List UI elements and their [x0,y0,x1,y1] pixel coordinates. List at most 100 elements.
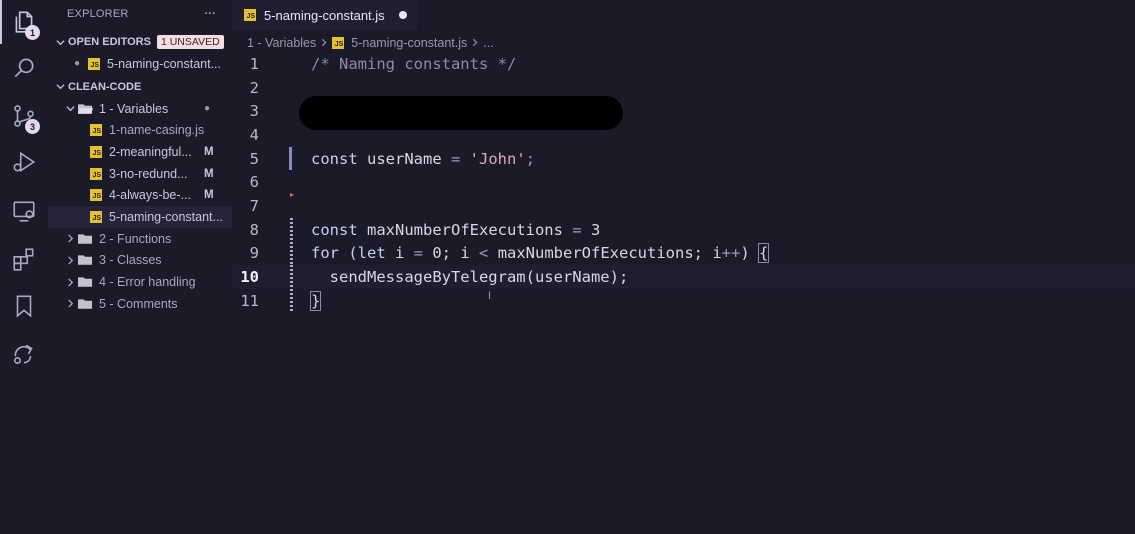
folder-label: 1 - Variables [99,101,169,116]
modified-flag: M [204,167,214,180]
line-number: 8 [249,220,259,239]
code-line[interactable]: 7 [232,194,1135,218]
added-gutter-mark [290,241,293,266]
code-line[interactable]: 6 [232,170,1135,194]
deleted-lines-marker-icon: ▸ [290,190,295,199]
line-number: 4 [249,125,259,144]
remote-explorer-icon[interactable] [8,195,40,227]
explorer-title: EXPLORER [67,8,129,20]
chevron-right-icon [62,256,78,265]
modified-dot-icon: ● [204,103,211,115]
line-number: 11 [240,291,259,310]
code-text: const maxNumberOfExecutions = 3 [311,220,601,239]
bookmark-icon[interactable] [8,290,40,322]
line-number: 3 [249,102,259,121]
line-number: 1 [249,54,259,73]
search-icon[interactable] [8,52,40,84]
line-number: 5 [249,149,259,168]
workspace-section[interactable]: CLEAN-CODE [48,76,232,98]
chevron-right-icon [62,234,78,243]
chevron-right-icon [62,277,78,287]
chevron-right-icon [320,36,328,50]
js-file-icon: JS [90,124,102,137]
file-item[interactable]: JS 4-always-be-... M [48,184,232,206]
folder-icon [78,255,93,266]
folder-functions[interactable]: 2 - Functions [48,228,232,250]
added-gutter-mark [290,217,293,242]
code-editor[interactable]: 1 /* Naming constants */ 2 3 4 5 const u… [232,52,1135,313]
folder-label: 4 - Error handling [99,275,196,290]
file-item[interactable]: JS 3-no-redund... M [48,163,232,185]
folder-label: 2 - Functions [99,231,172,246]
code-line[interactable]: 8 const maxNumberOfExecutions = 3 [232,217,1135,242]
code-line[interactable]: 5 const userName = 'John'; [232,146,1135,171]
folder-comments[interactable]: 5 - Comments [48,293,232,315]
workspace-label: CLEAN-CODE [68,80,142,93]
tab-active-file[interactable]: JS 5-naming-constant.js [232,0,417,30]
file-label: 1-name-casing.js [109,123,205,138]
active-indicator [0,0,2,44]
folder-icon [78,233,93,244]
file-label: 2-meaningful... [109,144,192,159]
chevron-down-icon [52,82,68,91]
js-file-icon: JS [90,145,102,158]
js-file-icon: JS [332,37,345,49]
code-line[interactable]: 9 for (let i = 0; i < maxNumberOfExecuti… [232,241,1135,266]
explorer-badge: 1 [25,25,40,40]
js-file-icon: JS [90,167,102,180]
open-editors-section[interactable]: OPEN EDITORS 1 UNSAVED [48,31,232,53]
breadcrumb-folder[interactable]: 1 - Variables [247,36,316,50]
file-label: 3-no-redund... [109,166,188,181]
code-text: for (let i = 0; i < maxNumberOfExecution… [311,243,770,264]
code-text: sendMessageByTelegram(userName); [311,268,629,287]
source-control-badge: 3 [25,119,40,134]
chevron-down-icon [62,104,78,113]
chevron-right-icon [62,299,78,308]
js-file-icon: JS [88,57,101,70]
line-number: 6 [249,173,259,192]
js-file-icon: JS [90,210,102,223]
editor-area: JS 5-naming-constant.js 1 - Variables JS… [232,0,1135,534]
added-gutter-mark [290,288,293,313]
run-debug-icon[interactable] [8,146,40,178]
tab-bar: JS 5-naming-constant.js [232,0,1135,30]
live-share-icon[interactable] [8,338,40,370]
unsaved-dot-icon[interactable] [398,11,407,19]
unsaved-dot-icon[interactable]: ● [74,58,80,69]
explorer-sidebar: EXPLORER ··· OPEN EDITORS 1 UNSAVED ● JS… [48,0,232,534]
added-gutter-mark [290,265,293,289]
line-number: 10 [240,268,259,287]
redaction-scribble [299,96,623,130]
file-item[interactable]: JS 2-meaningful... M [48,141,232,163]
folder-icon [78,277,93,287]
source-control-icon[interactable]: 3 [8,100,40,134]
file-item-active[interactable]: JS 5-naming-constant... [48,206,232,228]
explorer-header: EXPLORER ··· [48,0,232,28]
open-editor-label: 5-naming-constant... [107,56,221,71]
more-actions-icon[interactable]: ··· [204,8,216,20]
extensions-icon[interactable] [8,243,40,275]
modified-flag: M [204,145,214,158]
folder-icon [78,299,93,309]
breadcrumb-more[interactable]: ... [483,36,493,50]
chevron-right-icon [471,36,479,50]
folder-label: 3 - Classes [99,253,162,268]
tab-label: 5-naming-constant.js [264,7,385,23]
file-label: 4-always-be-... [109,188,191,203]
file-item[interactable]: JS 1-name-casing.js [48,119,232,141]
explorer-icon[interactable]: 1 [8,6,40,40]
folder-error-handling[interactable]: 4 - Error handling [48,271,232,293]
breadcrumb-file[interactable]: 5-naming-constant.js [351,36,467,50]
line-number: 9 [249,244,259,263]
folder-label: 5 - Comments [99,296,178,311]
folder-classes[interactable]: 3 - Classes [48,250,232,272]
code-line[interactable]: 11 } [232,288,1135,313]
code-line-current[interactable]: 10 sendMessageByTelegram(userName); [232,265,1135,289]
js-file-icon: JS [244,9,256,21]
open-editor-item[interactable]: ● JS 5-naming-constant... [48,53,232,75]
folder-variables[interactable]: 1 - Variables ● [48,98,232,120]
open-editors-label: OPEN EDITORS [68,36,151,48]
code-line[interactable]: 1 /* Naming constants */ [232,52,1135,76]
unsaved-badge: 1 UNSAVED [156,35,224,49]
modified-gutter-mark [289,146,292,171]
